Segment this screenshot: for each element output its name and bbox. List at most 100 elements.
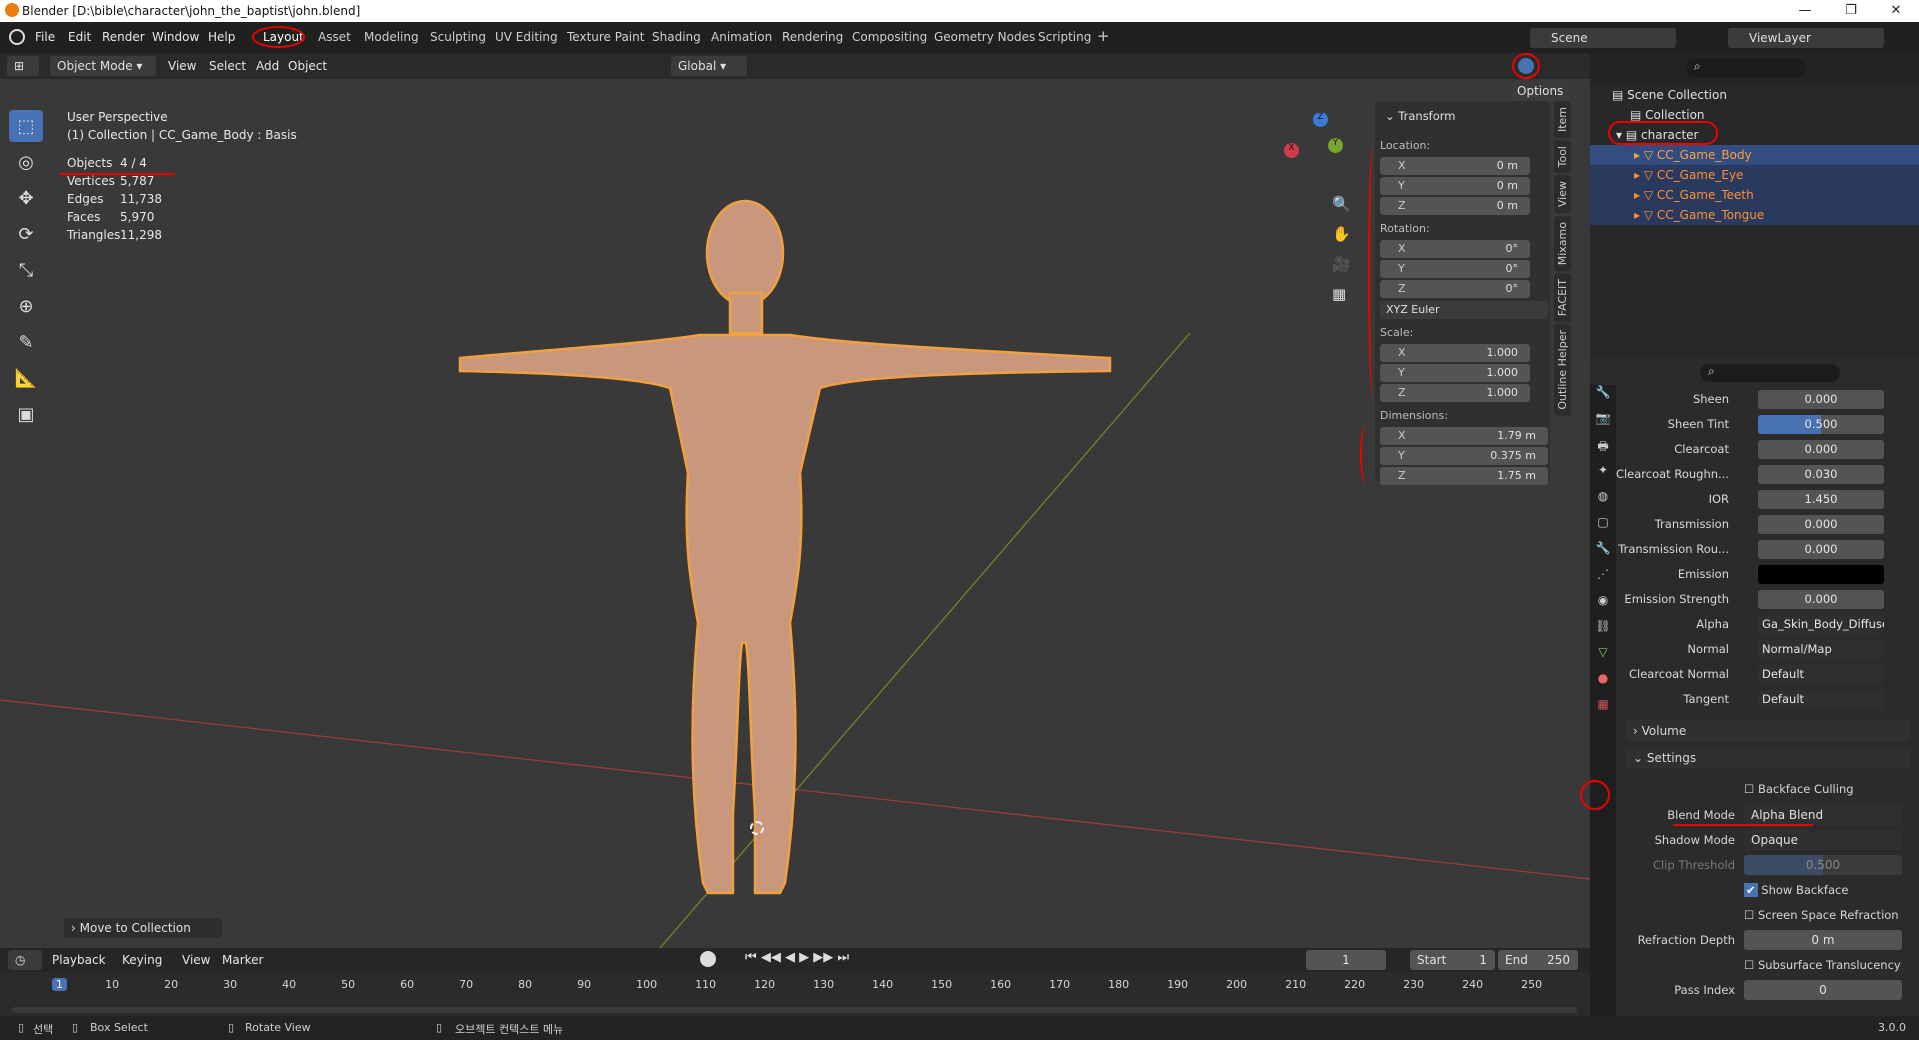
pass-index-field[interactable]: 0 bbox=[1744, 980, 1902, 1000]
blend-mode-dropdown[interactable]: Alpha Blend bbox=[1744, 805, 1902, 825]
start-frame-field[interactable]: Start 1 bbox=[1410, 950, 1495, 970]
navigation-gizmo[interactable]: Z Y X bbox=[1280, 110, 1360, 190]
location-x-field[interactable]: X0 m bbox=[1380, 157, 1530, 175]
location-z-field[interactable]: Z0 m bbox=[1380, 197, 1530, 215]
emission-color-swatch[interactable] bbox=[1758, 565, 1884, 584]
camera-icon[interactable]: 🎥 bbox=[1332, 255, 1354, 285]
tab-outline-helper[interactable]: Outline Helper bbox=[1554, 324, 1571, 416]
tab-texture-paint[interactable]: Texture Paint bbox=[567, 30, 644, 44]
transform-icon[interactable]: ⊕ bbox=[9, 290, 43, 322]
scene-collection-row[interactable]: ▤ Scene Collection bbox=[1612, 85, 1727, 105]
material-tab-icon[interactable]: ● bbox=[1590, 671, 1616, 697]
blender-menu-icon[interactable] bbox=[9, 29, 25, 45]
editor-type-button[interactable]: ⊞ bbox=[7, 56, 39, 76]
normal-link-field[interactable]: Normal/Map bbox=[1758, 640, 1884, 659]
clip-threshold-field[interactable]: 0.500 bbox=[1744, 855, 1902, 875]
scale-x-field[interactable]: X 1.000 bbox=[1380, 344, 1530, 362]
end-frame-field[interactable]: End 250 bbox=[1498, 950, 1578, 970]
minimize-button[interactable]: — bbox=[1782, 0, 1828, 22]
gizmo-y-axis[interactable]: Y bbox=[1328, 138, 1343, 153]
tab-compositing[interactable]: Compositing bbox=[852, 30, 927, 44]
transmission-field[interactable]: 0.000 bbox=[1758, 515, 1884, 534]
emission-strength-field[interactable]: 0.000 bbox=[1758, 590, 1884, 609]
3d-cursor-icon[interactable] bbox=[750, 821, 764, 835]
tab-shading[interactable]: Shading bbox=[652, 30, 701, 44]
data-tab-icon[interactable]: ▽ bbox=[1590, 645, 1616, 671]
marker-menu[interactable]: Marker bbox=[222, 953, 263, 967]
world-tab-icon[interactable]: ◍ bbox=[1590, 489, 1616, 515]
rotation-mode-dropdown[interactable]: XYZ Euler bbox=[1380, 301, 1548, 319]
pan-hand-icon[interactable]: ✋ bbox=[1332, 225, 1354, 255]
menu-view[interactable]: View bbox=[168, 59, 196, 73]
tab-view[interactable]: View bbox=[1554, 175, 1571, 214]
maximize-button[interactable]: ❐ bbox=[1828, 0, 1874, 22]
location-y-field[interactable]: Y0 m bbox=[1380, 177, 1530, 195]
add-workspace-button[interactable]: + bbox=[1097, 27, 1110, 45]
shadow-mode-dropdown[interactable]: Opaque bbox=[1744, 830, 1902, 850]
clearcoat-roughness-field[interactable]: 0.030 bbox=[1758, 465, 1884, 484]
refraction-depth-field[interactable]: 0 m bbox=[1744, 930, 1902, 950]
orientation-dropdown[interactable]: Global ▾ bbox=[671, 56, 747, 76]
timeline-ruler[interactable]: 1 10 20 30 40 50 60 70 80 90 100 110 120 130 140 150 160… bbox=[0, 975, 1590, 995]
menu-help[interactable]: Help bbox=[208, 30, 235, 44]
tab-faceit[interactable]: FACEIT bbox=[1554, 272, 1571, 323]
timeline-editor-type-button[interactable]: ◷ bbox=[8, 950, 42, 970]
outliner-item-tongue[interactable]: ▸ ▽ CC_Game_Tongue bbox=[1590, 205, 1919, 225]
gizmo-x-axis[interactable]: X bbox=[1284, 143, 1299, 158]
sheen-field[interactable]: 0.000 bbox=[1758, 390, 1884, 409]
rotation-y-field[interactable]: Y 0° bbox=[1380, 260, 1530, 278]
scene-tab-icon[interactable]: ✦ bbox=[1590, 463, 1616, 489]
record-icon[interactable] bbox=[700, 951, 716, 967]
show-backface-checkbox[interactable]: ✔ Show Backface bbox=[1744, 883, 1848, 897]
alpha-link-field[interactable]: Ga_Skin_Body_Diffuse... bbox=[1758, 615, 1884, 634]
menu-select[interactable]: Select bbox=[209, 59, 246, 73]
select-box-icon[interactable]: ⬚ bbox=[9, 110, 43, 142]
ortho-grid-icon[interactable]: ▦ bbox=[1332, 285, 1354, 315]
annotate-icon[interactable]: ✎ bbox=[9, 326, 43, 358]
tab-asset[interactable]: Asset bbox=[318, 30, 351, 44]
tangent-field[interactable]: Default bbox=[1758, 690, 1884, 709]
tab-rendering[interactable]: Rendering bbox=[782, 30, 843, 44]
options-button[interactable]: Options bbox=[1510, 81, 1570, 101]
scale-icon[interactable]: ⤡ bbox=[9, 254, 43, 286]
sheen-tint-field[interactable]: 0.500 bbox=[1758, 415, 1884, 434]
particles-tab-icon[interactable]: ⋰ bbox=[1590, 567, 1616, 593]
tab-sculpting[interactable]: Sculpting bbox=[430, 30, 486, 44]
rotation-x-field[interactable]: X 0° bbox=[1380, 240, 1530, 258]
scale-y-field[interactable]: Y 1.000 bbox=[1380, 364, 1530, 382]
menu-add[interactable]: Add bbox=[256, 59, 279, 73]
scale-z-field[interactable]: Z 1.000 bbox=[1380, 384, 1530, 402]
settings-panel-header[interactable]: ⌄ Settings bbox=[1625, 747, 1911, 769]
move-icon[interactable]: ✥ bbox=[9, 182, 43, 214]
backface-culling-checkbox[interactable]: ☐ Backface Culling bbox=[1744, 782, 1854, 796]
scene-selector[interactable]: Scene bbox=[1530, 28, 1676, 48]
output-tab-icon[interactable]: 🖶 bbox=[1590, 437, 1616, 463]
constraints-tab-icon[interactable]: ⛓ bbox=[1590, 619, 1616, 645]
outliner-item-eye[interactable]: ▸ ▽ CC_Game_Eye bbox=[1590, 165, 1919, 185]
menu-render[interactable]: Render bbox=[102, 30, 145, 44]
tool-tab-icon[interactable]: 🔧 bbox=[1590, 385, 1616, 411]
measure-icon[interactable]: 📐 bbox=[9, 362, 43, 394]
subsurface-translucency-checkbox[interactable]: ☐ Subsurface Translucency bbox=[1744, 958, 1901, 972]
character-model[interactable] bbox=[450, 173, 1120, 933]
tab-animation[interactable]: Animation bbox=[711, 30, 772, 44]
clearcoat-field[interactable]: 0.000 bbox=[1758, 440, 1884, 459]
clearcoat-normal-field[interactable]: Default bbox=[1758, 665, 1884, 684]
tab-geometry-nodes[interactable]: Geometry Nodes bbox=[934, 30, 1035, 44]
viewlayer-selector[interactable]: ViewLayer bbox=[1728, 28, 1884, 48]
playback-controls-icon[interactable]: ⏮ ◀◀ ◀ ▶ ▶▶ ⏭ bbox=[745, 950, 849, 965]
tab-scripting[interactable]: Scripting bbox=[1038, 30, 1091, 44]
add-cube-icon[interactable]: ▣ bbox=[9, 398, 43, 430]
physics-tab-icon[interactable]: ◉ bbox=[1590, 593, 1616, 619]
cursor-icon[interactable]: ◎ bbox=[9, 146, 43, 178]
ior-field[interactable]: 1.450 bbox=[1758, 490, 1884, 509]
object-tab-icon[interactable]: ▢ bbox=[1590, 515, 1616, 541]
modifier-tab-icon[interactable]: 🔧 bbox=[1590, 541, 1616, 567]
keying-menu[interactable]: Keying bbox=[122, 953, 162, 967]
render-tab-icon[interactable]: 📷 bbox=[1590, 411, 1616, 437]
menu-window[interactable]: Window bbox=[152, 30, 199, 44]
timeline-scrollbar[interactable] bbox=[12, 1007, 1577, 1013]
properties-search-input[interactable]: ⌕ bbox=[1700, 364, 1840, 382]
outliner-item-body[interactable]: ▸ ▽ CC_Game_Body bbox=[1590, 145, 1919, 165]
tab-mixamo[interactable]: Mixamo bbox=[1554, 215, 1571, 271]
